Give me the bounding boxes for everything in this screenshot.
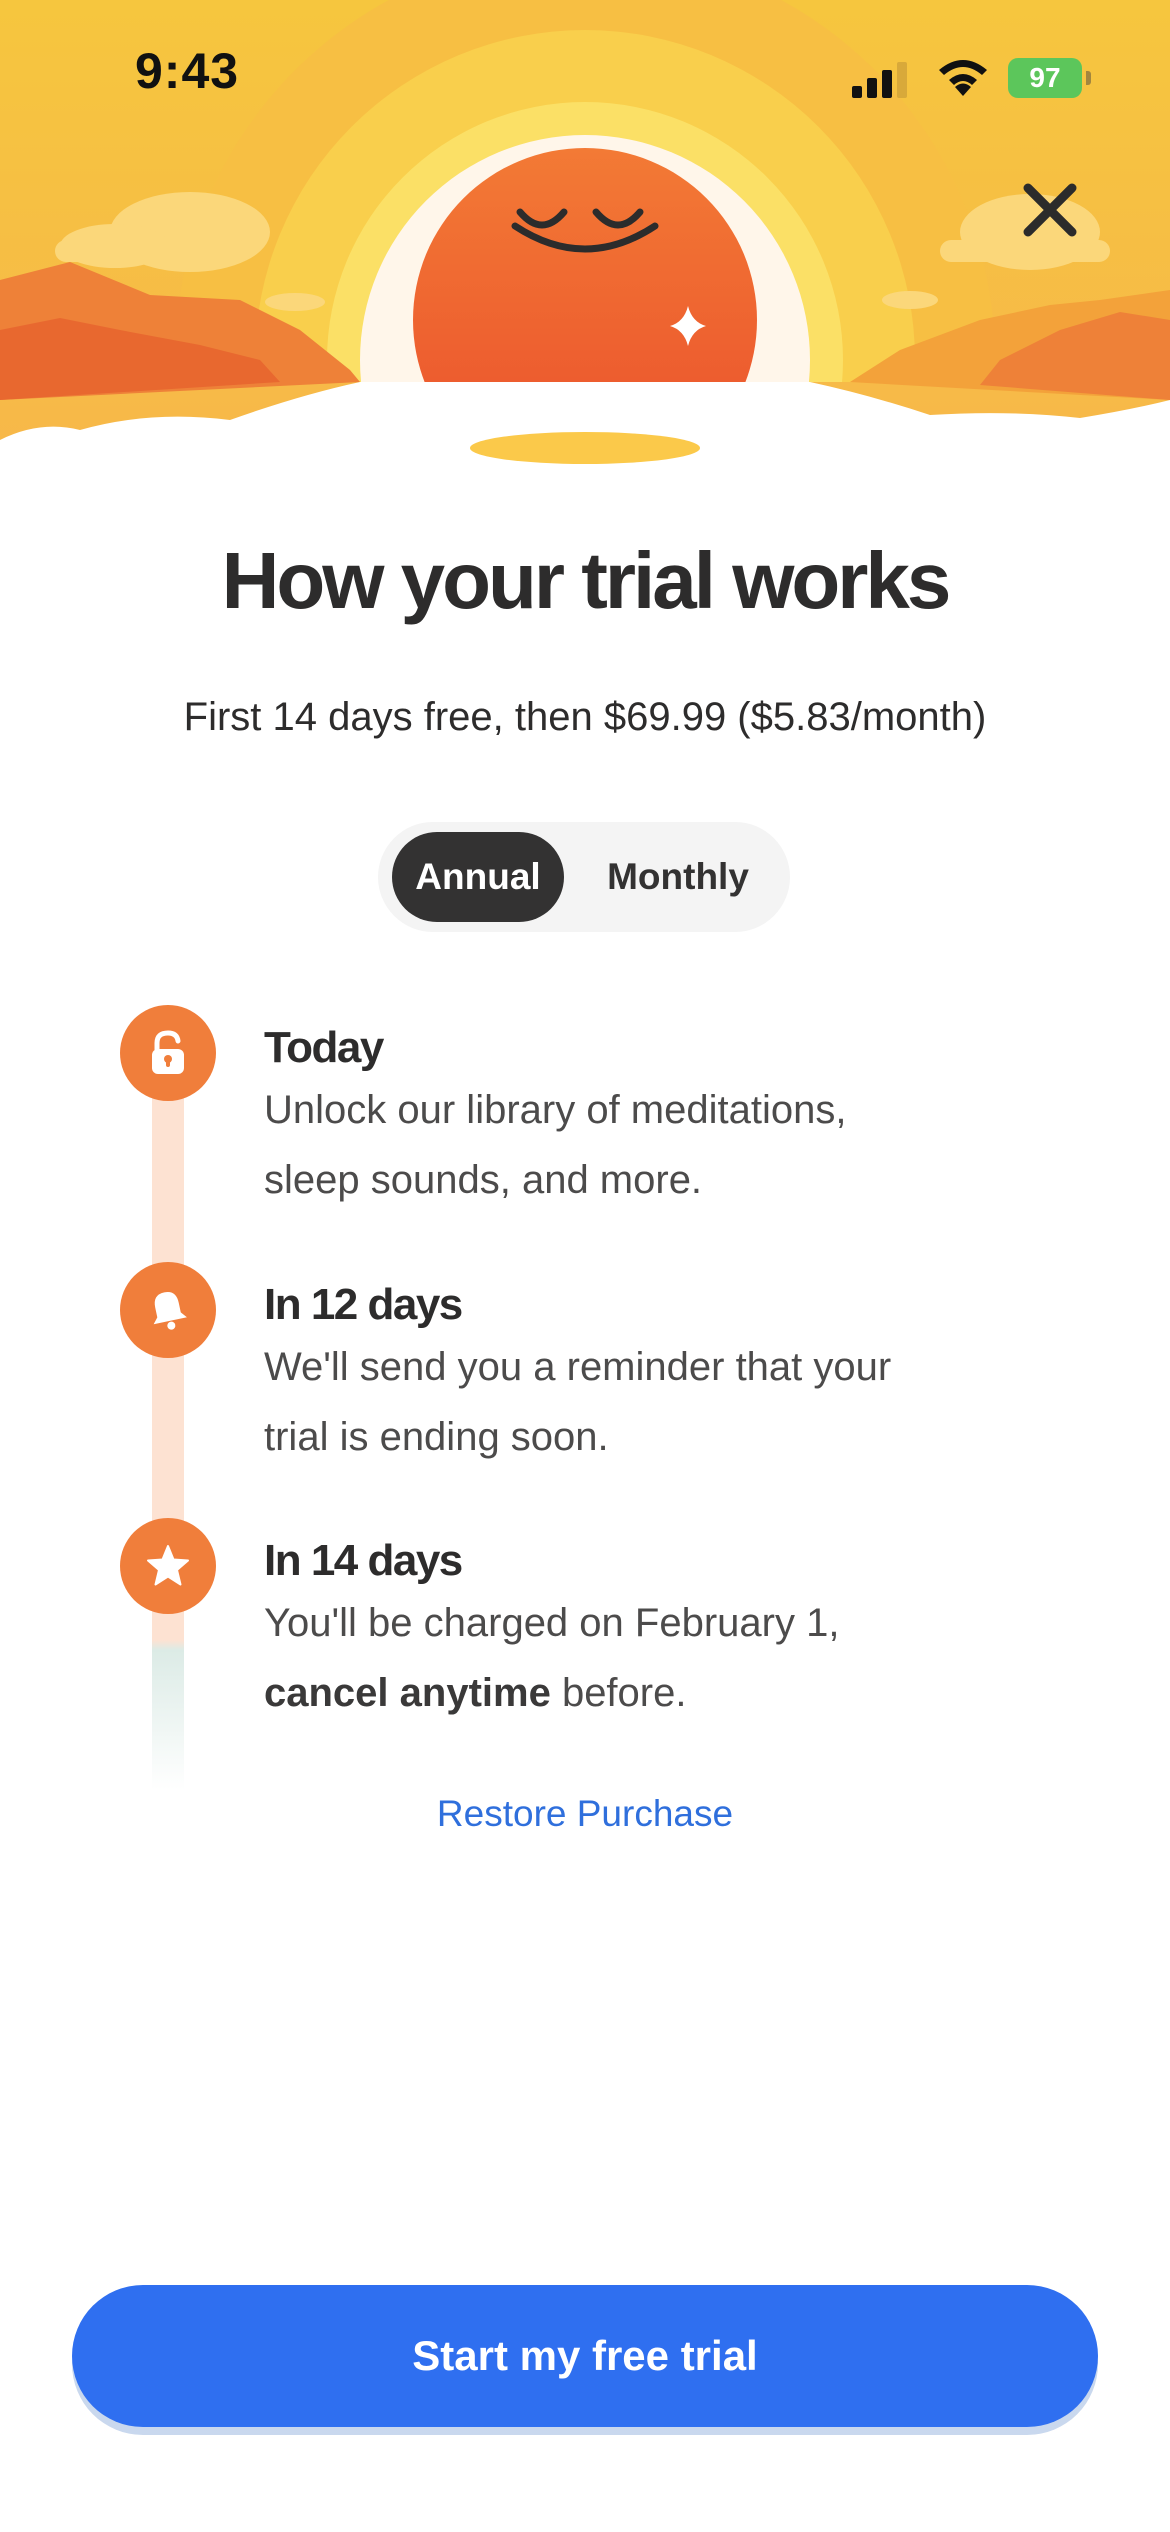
cellular-signal-icon [852,62,907,98]
timeline-step-heading: Today [264,1023,384,1072]
billing-period-toggle: Annual Monthly [378,822,790,932]
wifi-icon [939,60,987,96]
timeline-step-line: cancel anytime before. [264,1658,1084,1728]
toggle-annual[interactable]: Annual [392,832,564,922]
close-icon [1023,183,1077,237]
timeline-step-description: Unlock our library of meditations, sleep… [264,1075,1084,1215]
timeline-step-reminder-marker [120,1262,216,1358]
timeline-step-description: We'll send you a reminder that your tria… [264,1332,1084,1472]
timeline-step-line: We'll send you a reminder that your [264,1345,892,1389]
timeline-track [152,1050,184,1790]
star-icon [147,1545,189,1586]
status-time: 9:43 [135,43,240,99]
timeline-step-charge-marker [120,1518,216,1614]
toggle-monthly[interactable]: Monthly [578,832,778,922]
timeline-step-today-marker [120,1005,216,1101]
restore-purchase-link[interactable]: Restore Purchase [0,1793,1170,1835]
status-bar: 9:43 97 [0,0,1170,150]
trial-timeline: Today Unlock our library of meditations,… [0,990,1170,1820]
timeline-step-line: Unlock our library of meditations, [264,1088,847,1132]
cancel-anytime-emphasis: cancel anytime [264,1671,551,1715]
battery-tip [1086,71,1091,85]
price-summary: First 14 days free, then $69.99 ($5.83/m… [183,695,987,739]
battery-level: 97 [1008,58,1082,98]
start-free-trial-button[interactable]: Start my free trial [72,2285,1098,2427]
unlock-icon [152,1030,184,1074]
timeline-step-description: You'll be charged on February 1, cancel … [264,1588,1084,1728]
timeline-step-line: sleep sounds, and more. [264,1158,703,1202]
timeline-step-line: You'll be charged on February 1, [264,1601,840,1645]
bell-icon [153,1292,187,1330]
close-button[interactable] [1010,170,1090,250]
page-title: How your trial works [221,536,952,625]
paywall-screen: 9:43 97 How your trial works First 14 da… [0,0,1170,2532]
timeline-step-line-rest: before. [550,1671,687,1715]
timeline-step-line: trial is ending soon. [264,1415,609,1459]
timeline-step-heading: In 12 days [264,1280,463,1329]
battery-icon: 97 [1008,58,1091,98]
timeline-step-heading: In 14 days [264,1536,463,1585]
